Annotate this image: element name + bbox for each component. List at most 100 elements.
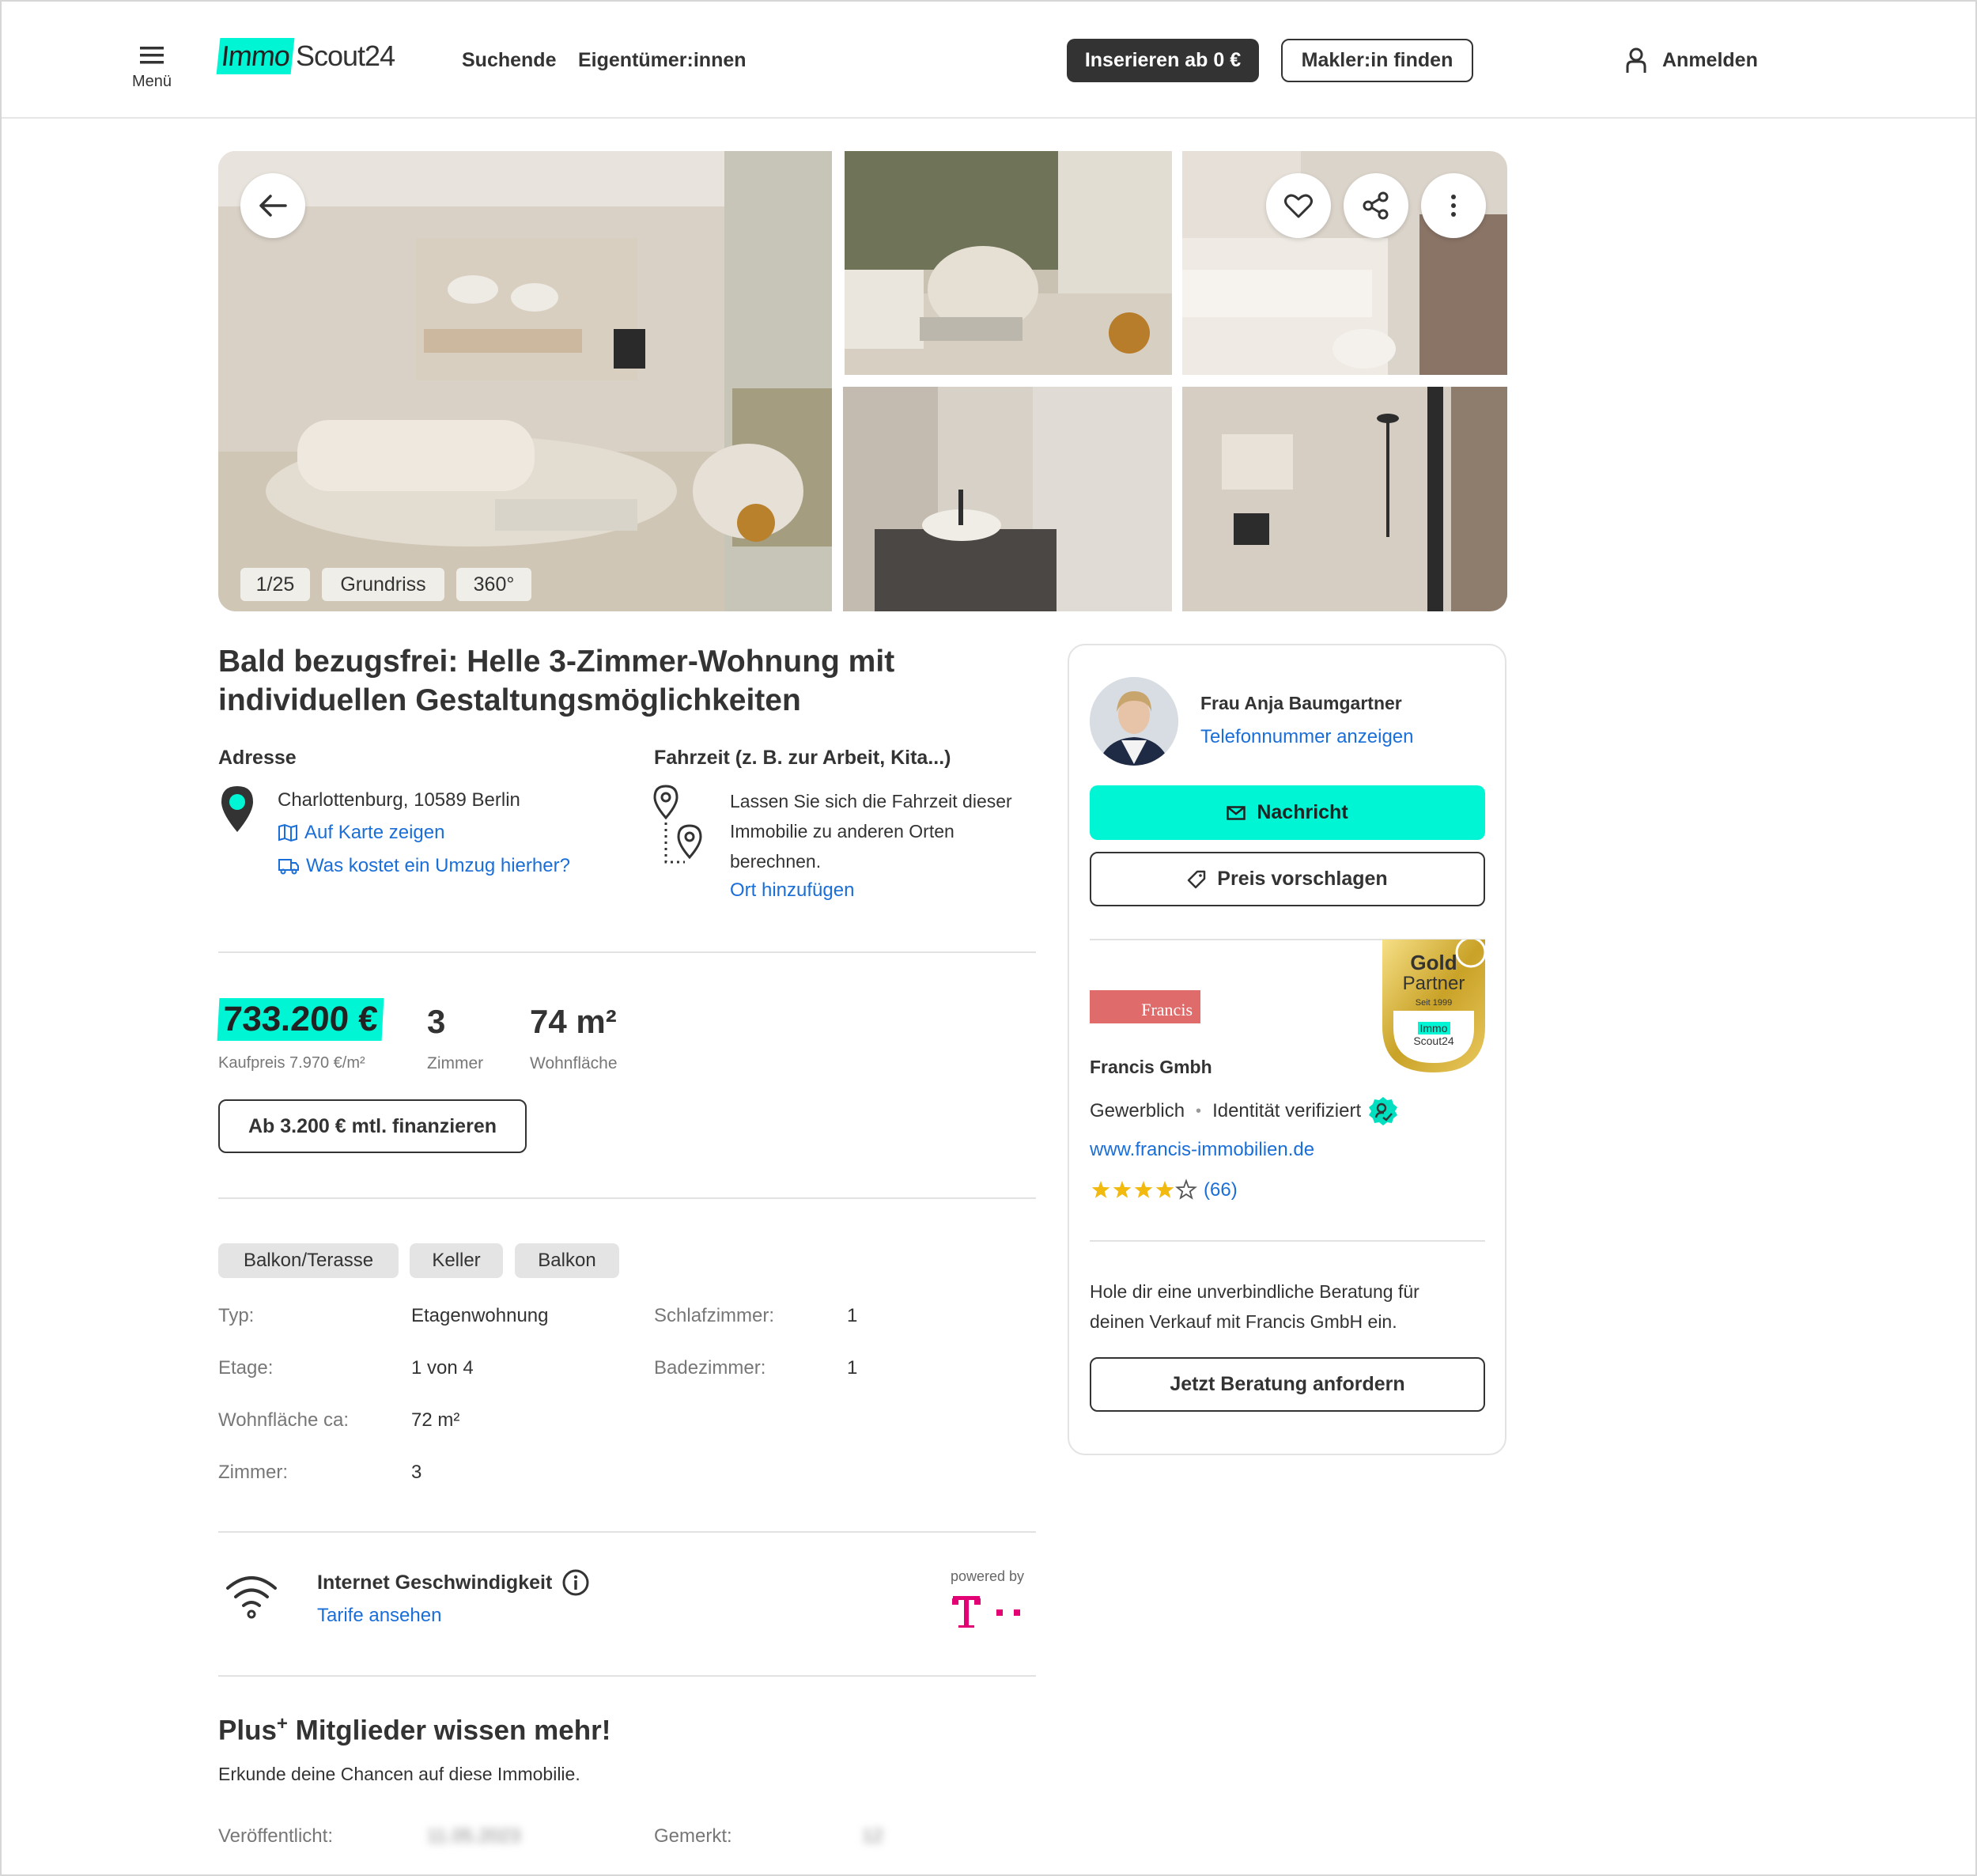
gallery-photo-bathroom-sink[interactable] <box>843 387 1172 611</box>
area-label: Wohnfläche <box>530 1054 618 1072</box>
nav-eigentuemer[interactable]: Eigentümer:innen <box>578 49 747 72</box>
powered-by-label: powered by <box>951 1568 1025 1584</box>
gallery-main-photo[interactable] <box>218 151 832 611</box>
attribute-key: Etage: <box>218 1357 274 1379</box>
gallery-photo-lounge[interactable] <box>845 151 1172 375</box>
published-value: 11.05.2023 <box>427 1825 521 1847</box>
insert-listing-button[interactable]: Inserieren ab 0 € <box>1067 39 1259 82</box>
internet-speed-label: Internet Geschwindigkeit <box>317 1571 553 1594</box>
lounge-image <box>845 151 1172 375</box>
commute-line1: Lassen Sie sich die Fahrzeit dieser <box>730 791 1012 811</box>
saved-label: Gemerkt: <box>654 1825 732 1847</box>
agent-avatar <box>1090 677 1178 766</box>
star-rating <box>1091 1178 1197 1200</box>
arrow-left-icon <box>259 195 287 217</box>
wifi-icon <box>226 1576 277 1619</box>
more-options-button[interactable] <box>1421 173 1486 238</box>
badge-logo-immo: Immo <box>1417 1022 1450 1034</box>
verified-label: Identität verifiziert <box>1212 1100 1362 1121</box>
verified-badge-icon <box>1369 1097 1398 1125</box>
published-label: Veröffentlicht: <box>218 1825 333 1847</box>
section-divider <box>218 951 1036 953</box>
message-button[interactable]: Nachricht <box>1090 785 1485 840</box>
attribute-value: 1 <box>847 1305 858 1326</box>
promo-line1: Hole dir eine unverbindliche Beratung fü… <box>1090 1281 1419 1302</box>
star-filled-icon <box>1155 1181 1174 1198</box>
logo-immo: Immo <box>216 38 295 74</box>
gallery-photo-shower[interactable] <box>1182 387 1507 611</box>
price-value: 733.200 € <box>217 998 384 1041</box>
back-button[interactable] <box>240 173 305 238</box>
moving-cost-label: Was kostet ein Umzug hierher? <box>306 855 570 876</box>
attribute-key: Typ: <box>218 1305 255 1326</box>
envelope-icon <box>1227 805 1246 820</box>
tour-360-button[interactable]: 360° <box>456 568 531 601</box>
feature-chip: Keller <box>410 1243 503 1278</box>
plus-title-plus: Plus <box>218 1715 277 1746</box>
view-tariffs-link[interactable]: Tarife ansehen <box>317 1605 441 1627</box>
living-room-image <box>218 151 832 611</box>
plus-title-rest: Mitglieder wissen mehr! <box>287 1715 611 1746</box>
route-icon <box>653 785 702 864</box>
promo-text: Hole dir eine unverbindliche Beratung fü… <box>1090 1277 1419 1337</box>
message-button-label: Nachricht <box>1257 801 1348 823</box>
shower-image <box>1182 387 1507 611</box>
company-website-link[interactable]: www.francis-immobilien.de <box>1090 1139 1314 1161</box>
commute-line2: Immobilie zu anderen Orten <box>730 821 954 842</box>
logo-scout24: Scout24 <box>296 40 395 72</box>
share-button[interactable] <box>1344 173 1408 238</box>
nav-suchende[interactable]: Suchende <box>462 49 556 72</box>
find-agent-button[interactable]: Makler:in finden <box>1281 39 1473 82</box>
area-value: 74 m² <box>530 1003 617 1040</box>
company-meta: Gewerblich • Identität verifiziert <box>1090 1095 1399 1127</box>
menu-label: Menü <box>131 73 172 90</box>
login-button[interactable]: Anmelden <box>1624 44 1758 76</box>
review-count: (66) <box>1204 1179 1238 1201</box>
immoscout24-logo[interactable]: Immo Scout24 <box>216 36 395 76</box>
show-on-map-label: Auf Karte zeigen <box>304 822 445 843</box>
internet-speed-heading: Internet Geschwindigkeit <box>317 1568 590 1597</box>
badge-since: Seit 1999 <box>1415 998 1453 1008</box>
financing-button[interactable]: Ab 3.200 € mtl. finanzieren <box>218 1099 527 1153</box>
attribute-value: 1 <box>847 1357 858 1379</box>
more-vertical-icon <box>1451 195 1456 217</box>
request-consultation-button[interactable]: Jetzt Beratung anfordern <box>1090 1357 1485 1412</box>
attribute-key: Badezimmer: <box>654 1357 766 1379</box>
company-logo[interactable]: Francis <box>1090 990 1200 1023</box>
badge-gold: Gold <box>1410 951 1457 974</box>
attribute-value: 3 <box>411 1462 422 1483</box>
commute-heading: Fahrzeit (z. B. zur Arbeit, Kita...) <box>654 747 951 769</box>
badge-partner: Partner <box>1402 973 1465 994</box>
price-tag-icon <box>1188 870 1206 888</box>
price-label: Kaufpreis 7.970 €/m² <box>218 1054 365 1072</box>
menu-button[interactable]: Menü <box>127 41 177 96</box>
listing-title-line1: Bald bezugsfrei: Helle 3-Zimmer-Wohnung … <box>218 645 895 679</box>
gallery-counter[interactable]: 1/25 <box>240 568 310 601</box>
rooms-value: 3 <box>427 1003 446 1040</box>
floorplan-button[interactable]: Grundriss <box>322 568 444 601</box>
login-label: Anmelden <box>1662 48 1758 71</box>
listing-title-line2: individuellen Gestaltungsmöglichkeiten <box>218 683 801 717</box>
rating-row[interactable]: (66) <box>1090 1178 1238 1202</box>
telekom-logo <box>951 1594 1026 1628</box>
show-on-map-link[interactable]: Auf Karte zeigen <box>278 822 444 844</box>
listing-title: Bald bezugsfrei: Helle 3-Zimmer-Wohnung … <box>218 642 894 720</box>
propose-price-button[interactable]: Preis vorschlagen <box>1090 852 1485 906</box>
info-icon[interactable] <box>561 1568 590 1597</box>
plus-title: Plus+ Mitglieder wissen mehr! <box>218 1713 611 1746</box>
address-heading: Adresse <box>218 747 297 769</box>
bathroom-sink-image <box>843 387 1172 611</box>
telekom-t-icon <box>952 1596 1020 1628</box>
user-icon <box>1626 47 1646 73</box>
section-divider <box>218 1531 1036 1533</box>
favorite-button[interactable] <box>1266 173 1331 238</box>
show-phone-link[interactable]: Telefonnummer anzeigen <box>1200 726 1414 748</box>
gold-partner-badge: Gold Partner Seit 1999 Immo Scout24 <box>1382 940 1485 1072</box>
moving-cost-link[interactable]: Was kostet ein Umzug hierher? <box>278 855 570 877</box>
badge-logo-scout24: Scout24 <box>1413 1034 1454 1047</box>
map-icon <box>278 823 297 842</box>
section-divider <box>218 1197 1036 1199</box>
add-location-link[interactable]: Ort hinzufügen <box>730 879 854 902</box>
attribute-value: 72 m² <box>411 1409 460 1431</box>
star-filled-icon <box>1113 1181 1132 1198</box>
